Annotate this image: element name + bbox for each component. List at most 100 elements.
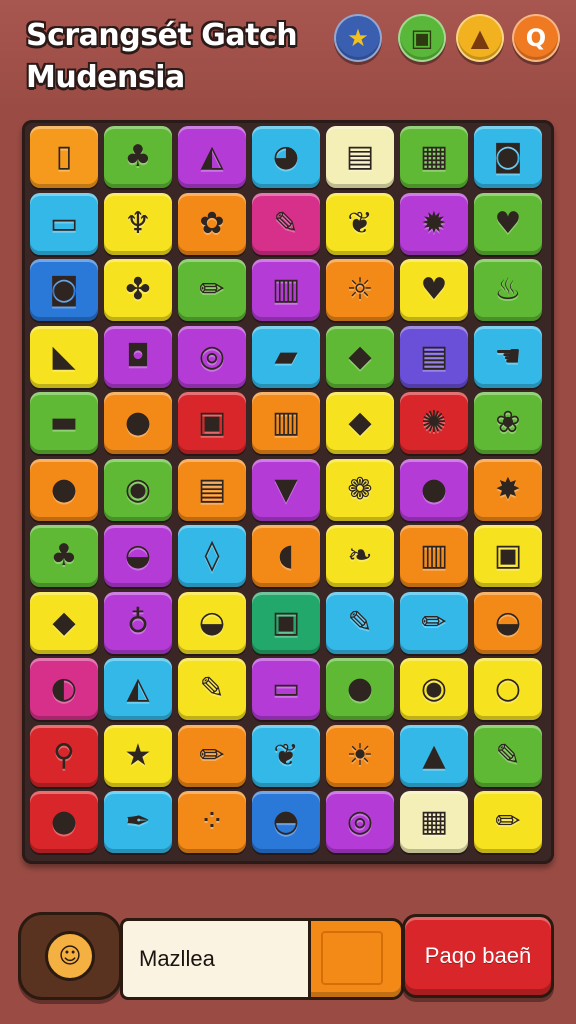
pepper-icon: ❧ bbox=[347, 538, 373, 573]
board-tile[interactable]: ☼ bbox=[326, 259, 394, 321]
board-tile[interactable]: ◉ bbox=[104, 458, 172, 521]
board-tile[interactable]: ● bbox=[400, 458, 468, 521]
board-tile[interactable]: ▼ bbox=[252, 458, 320, 521]
board-tile[interactable]: ♆ bbox=[104, 192, 172, 255]
board-tile[interactable]: ○ bbox=[474, 658, 542, 720]
board-tile[interactable]: ◖ bbox=[252, 525, 320, 587]
board-tile[interactable]: ✎ bbox=[178, 658, 246, 720]
board-tile[interactable]: ♁ bbox=[104, 591, 172, 654]
salad-bowl-icon: ◒ bbox=[198, 604, 226, 640]
purse-icon: ◓ bbox=[272, 804, 300, 839]
board-tile[interactable]: ✎ bbox=[252, 192, 320, 255]
basket-icon: ▼ bbox=[274, 471, 298, 507]
board-tile[interactable]: ▲ bbox=[400, 724, 468, 787]
target-icon: ◎ bbox=[346, 804, 374, 839]
search-icon[interactable]: Q bbox=[512, 14, 560, 62]
ring-icon: ○ bbox=[494, 671, 522, 706]
board-tile[interactable]: ● bbox=[30, 791, 98, 853]
board-tile[interactable]: ✺ bbox=[400, 392, 468, 454]
board-tile[interactable]: ✏ bbox=[178, 724, 246, 787]
board-tile[interactable]: ★ bbox=[104, 724, 172, 787]
board-tile[interactable]: ▤ bbox=[400, 325, 468, 388]
board-tile[interactable]: ☚ bbox=[474, 325, 542, 388]
board-tile[interactable]: ♥ bbox=[400, 259, 468, 321]
board-tile[interactable]: ✎ bbox=[326, 591, 394, 654]
board-tile[interactable]: ▭ bbox=[252, 658, 320, 720]
board-tile[interactable]: ▦ bbox=[400, 791, 468, 853]
board-tile[interactable]: ◙ bbox=[474, 126, 542, 188]
board-tile[interactable]: ◊ bbox=[178, 525, 246, 587]
board-tile[interactable]: ◎ bbox=[326, 791, 394, 853]
board-tile[interactable]: ◕ bbox=[252, 126, 320, 188]
board-tile[interactable]: ☀ bbox=[326, 724, 394, 787]
player-name-field[interactable]: Mazllea bbox=[120, 918, 310, 1000]
board-tile[interactable]: ◆ bbox=[326, 325, 394, 388]
board-tile[interactable]: ◒ bbox=[104, 525, 172, 587]
board-tile[interactable]: ▣ bbox=[252, 591, 320, 654]
board-tile[interactable]: ◘ bbox=[104, 325, 172, 388]
board-tile[interactable]: ✎ bbox=[474, 724, 542, 787]
play-action-button[interactable]: Paqo baeñ bbox=[402, 914, 554, 998]
board-tile[interactable]: ◉ bbox=[400, 658, 468, 720]
board-tile[interactable]: ◆ bbox=[326, 392, 394, 454]
board-tile[interactable]: ✏ bbox=[178, 259, 246, 321]
board-tile[interactable]: ⚲ bbox=[30, 724, 98, 787]
board-tile[interactable]: ❦ bbox=[252, 724, 320, 787]
board-tile[interactable]: ✏ bbox=[474, 791, 542, 853]
board-tile[interactable]: ◓ bbox=[252, 791, 320, 853]
board-tile[interactable]: ● bbox=[30, 458, 98, 521]
board-tile[interactable]: ✿ bbox=[178, 192, 246, 255]
board-tile[interactable]: ◐ bbox=[30, 658, 98, 720]
board-tile[interactable]: ◒ bbox=[178, 591, 246, 654]
board-tile[interactable]: ▣ bbox=[178, 392, 246, 454]
board-tile[interactable]: ✒ bbox=[104, 791, 172, 853]
board-tile[interactable]: ▭ bbox=[30, 192, 98, 255]
board-tile[interactable]: ▰ bbox=[252, 325, 320, 388]
board-tile[interactable]: ◭ bbox=[178, 126, 246, 188]
stone-icon: ● bbox=[420, 471, 448, 507]
board-tile[interactable]: ● bbox=[104, 392, 172, 454]
board-tile[interactable]: ❦ bbox=[326, 192, 394, 255]
board-tile[interactable]: ⁘ bbox=[178, 791, 246, 853]
board-tile[interactable]: ● bbox=[326, 658, 394, 720]
cheese-icon: ◆ bbox=[52, 604, 76, 640]
board-tile[interactable]: ❁ bbox=[326, 458, 394, 521]
flask-icon: ◊ bbox=[204, 538, 220, 573]
board-tile[interactable]: ▣ bbox=[474, 525, 542, 587]
board-tile[interactable]: ◎ bbox=[178, 325, 246, 388]
player-avatar[interactable]: ☺ bbox=[18, 912, 122, 1000]
board-tile[interactable]: ▥ bbox=[252, 259, 320, 321]
star-icon[interactable]: ★ bbox=[334, 14, 382, 62]
board-tile[interactable]: ♨ bbox=[474, 259, 542, 321]
board-tile[interactable]: ▤ bbox=[178, 458, 246, 521]
board-tile[interactable]: ♣ bbox=[104, 126, 172, 188]
campfire-icon[interactable]: ▲ bbox=[456, 14, 504, 62]
board-tile[interactable]: ▤ bbox=[326, 126, 394, 188]
board-tile[interactable]: ❧ bbox=[326, 525, 394, 587]
shoe-icon: ◖ bbox=[278, 538, 294, 573]
board-tile[interactable]: ❀ bbox=[474, 392, 542, 454]
board-tile[interactable]: ✤ bbox=[104, 259, 172, 321]
board-tile[interactable]: ▯ bbox=[30, 126, 98, 188]
palm-tree-icon: ♆ bbox=[124, 205, 152, 241]
board-tile[interactable]: ▬ bbox=[30, 392, 98, 454]
board-tile[interactable]: ◙ bbox=[30, 259, 98, 321]
board-tile[interactable]: ▥ bbox=[252, 392, 320, 454]
keyboard-icon: ▤ bbox=[419, 338, 449, 374]
board-tile[interactable]: ✏ bbox=[400, 591, 468, 654]
board-tile[interactable]: ▥ bbox=[400, 525, 468, 587]
board-tile[interactable]: ♣ bbox=[30, 525, 98, 587]
board-tile[interactable]: ✹ bbox=[400, 192, 468, 255]
card-icon[interactable]: ▣ bbox=[398, 14, 446, 62]
board-tile[interactable]: ◣ bbox=[30, 325, 98, 388]
board-tile[interactable]: ◒ bbox=[474, 591, 542, 654]
board-tile[interactable]: ✸ bbox=[474, 458, 542, 521]
board-tile[interactable]: ▦ bbox=[400, 126, 468, 188]
wallet-icon: ▣ bbox=[197, 405, 227, 440]
board-tile[interactable]: ◆ bbox=[30, 591, 98, 654]
lime-icon: ● bbox=[50, 804, 78, 839]
cherries-icon: ⁘ bbox=[199, 804, 225, 839]
apple-icon: ● bbox=[346, 671, 374, 706]
board-tile[interactable]: ◭ bbox=[104, 658, 172, 720]
board-tile[interactable]: ♥ bbox=[474, 192, 542, 255]
